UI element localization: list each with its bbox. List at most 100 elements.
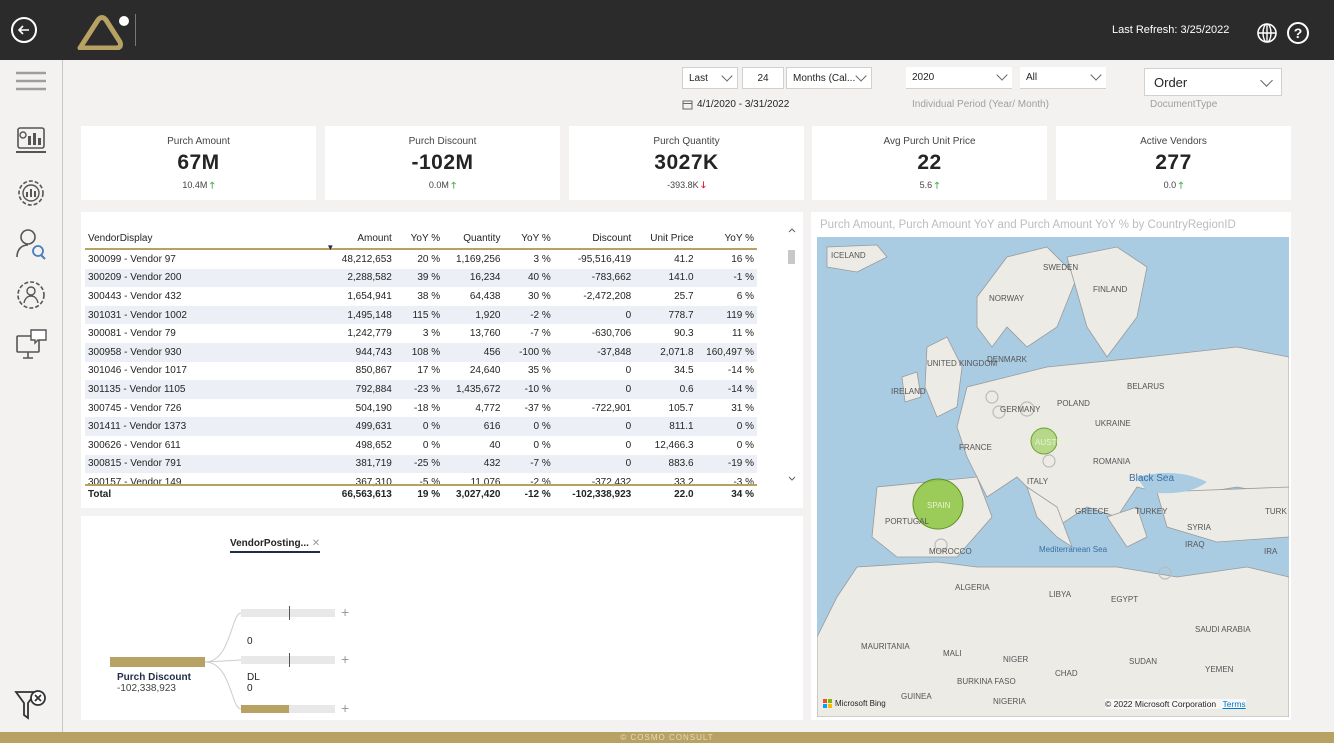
table-scrollbar[interactable] <box>787 222 797 484</box>
table-cell: 300099 - Vendor 97 <box>88 253 176 265</box>
table-body: 300099 - Vendor 97 48,212,653 20 % 1,169,25… <box>85 249 757 492</box>
expand-plus-icon[interactable]: + <box>341 651 349 667</box>
map-label: MALI <box>943 649 962 658</box>
scroll-thumb[interactable] <box>788 250 795 264</box>
kpi-title: Active Vendors <box>1140 136 1207 147</box>
total-cell: -102,338,923 <box>572 488 632 500</box>
user-search-icon[interactable] <box>14 226 48 260</box>
scroll-down-icon[interactable] <box>787 474 797 484</box>
column-header[interactable]: Discount <box>554 218 634 249</box>
column-header[interactable]: VendorDisplay <box>85 218 322 249</box>
map-title: Purch Amount, Purch Amount YoY and Purch… <box>820 219 1236 231</box>
map-label: EGYPT <box>1111 595 1139 604</box>
table-cell: 0 % <box>394 417 444 436</box>
user-settings-icon[interactable] <box>14 278 48 312</box>
kpi-value: -102M <box>411 151 474 174</box>
table-cell: 1,654,941 <box>347 290 392 302</box>
table-row[interactable]: 300081 - Vendor 79 1,242,779 3 % 13,760 -7 %… <box>85 324 757 343</box>
expand-plus-icon[interactable]: + <box>341 604 349 620</box>
table-cell: 119 % <box>696 305 757 325</box>
terms-link[interactable]: Terms <box>1223 699 1246 709</box>
table-cell: 456 <box>443 342 504 362</box>
total-table: Total 66,563,613 19 % 3,027,420 -12 % -102,33… <box>85 486 757 502</box>
map-label: NIGERIA <box>993 697 1026 706</box>
logo-divider <box>135 14 136 46</box>
table-cell: 0 <box>553 305 635 325</box>
scroll-up-icon[interactable] <box>787 225 797 235</box>
table-row[interactable]: 300099 - Vendor 97 48,212,653 20 % 1,169,25… <box>85 249 757 269</box>
column-header[interactable]: YoY % <box>503 218 553 249</box>
bubble-map[interactable]: ICELAND SWEDEN FINLAND NORWAY UNITED KINGDOM… <box>817 237 1289 717</box>
decomp-branch-bar[interactable] <box>241 653 335 667</box>
monitor-chat-icon[interactable] <box>14 328 48 362</box>
table-cell: 0 % <box>422 439 441 451</box>
dashboard-icon[interactable] <box>14 124 48 158</box>
map-label: POLAND <box>1057 399 1090 408</box>
kpi-delta: 0.0M 🡑 <box>325 178 560 194</box>
table-cell: 432 <box>443 454 504 474</box>
kpi-card: Active Vendors 277 0.0 🡑 <box>1056 126 1291 200</box>
hamburger-menu-icon[interactable] <box>14 70 48 92</box>
chevron-down-icon <box>721 70 733 82</box>
total-cell: 22.0 <box>674 488 694 500</box>
map-label: DENMARK <box>987 355 1028 364</box>
table-row[interactable]: 301135 - Vendor 1105 792,884 -23 % 1,435,67… <box>85 380 757 399</box>
table-row[interactable]: 300443 - Vendor 432 1,654,941 38 % 64,438 30… <box>85 287 757 306</box>
table-cell: 115 % <box>394 305 444 325</box>
filter-bar: Last 24 Months (Cal... 4/1/2020 - 3/31/2… <box>62 60 1334 120</box>
table-row[interactable]: 301046 - Vendor 1017 850,867 17 % 24,640 35 … <box>85 362 757 381</box>
table-cell: 0 <box>553 380 635 399</box>
kpi-delta-text: -393.8K <box>667 180 699 190</box>
month-dropdown[interactable]: All <box>1020 67 1106 89</box>
relative-mode-dropdown[interactable]: Last <box>682 67 738 89</box>
relative-unit-dropdown[interactable]: Months (Cal... <box>786 67 872 89</box>
table-cell: 1,242,779 <box>347 328 392 340</box>
table-row[interactable]: 301411 - Vendor 1373 499,631 0 % 616 0 % 0 811… <box>85 417 757 436</box>
map-label: NIGER <box>1003 655 1029 664</box>
table-cell: -37 % <box>524 402 551 414</box>
table-cell: 1,169,256 <box>455 253 501 265</box>
table-cell: -7 % <box>503 454 554 474</box>
column-header[interactable]: Quantity <box>443 218 503 249</box>
table-cell: 40 <box>489 439 501 451</box>
year-dropdown[interactable]: 2020 <box>906 67 1012 89</box>
table-cell: 4,772 <box>475 402 501 414</box>
document-type-value: Order <box>1154 74 1188 90</box>
document-type-label: DocumentType <box>1150 99 1218 110</box>
help-icon[interactable]: ? <box>1287 22 1309 44</box>
decomp-branch-label: DL <box>247 672 260 683</box>
decomp-branch-label: 0 <box>247 683 253 694</box>
table-cell: 35 % <box>527 365 551 377</box>
table-row[interactable]: 300958 - Vendor 930 944,743 108 % 456 -100 %… <box>85 342 757 362</box>
table-row[interactable]: 300745 - Vendor 726 504,190 -18 % 4,772 -37 … <box>85 399 757 418</box>
table-cell: -100 % <box>503 342 554 362</box>
decomp-branch-bar[interactable] <box>241 606 335 620</box>
total-cell: Total <box>88 488 112 500</box>
table-cell: -783,662 <box>553 268 635 288</box>
table-cell: 0 % <box>736 439 754 451</box>
column-header[interactable]: Unit Price <box>634 218 696 249</box>
settings-chart-icon[interactable] <box>14 176 48 210</box>
column-header[interactable]: YoY % <box>395 218 443 249</box>
table-cell: -630,706 <box>591 328 632 340</box>
expand-plus-icon[interactable]: + <box>341 700 349 716</box>
column-header[interactable]: Amount ▼ <box>322 218 394 252</box>
column-header[interactable]: YoY % <box>697 218 757 249</box>
table-cell: 2,071.8 <box>634 342 697 362</box>
table-row[interactable]: 300209 - Vendor 200 2,288,582 39 % 16,234 40… <box>85 268 757 288</box>
table-row[interactable]: 301031 - Vendor 1002 1,495,148 115 % 1,920-… <box>85 305 757 325</box>
table-row[interactable]: 300626 - Vendor 611 498,652 0 % 40 0 % 0 12,46… <box>85 436 757 455</box>
decomp-root-bar[interactable] <box>110 657 205 667</box>
kpi-title: Purch Quantity <box>653 136 720 147</box>
relative-count-input[interactable]: 24 <box>742 67 784 89</box>
table-row[interactable]: 300815 - Vendor 791 381,719 -25 % 432 -7 % 0 8… <box>85 454 757 474</box>
back-arrow-icon[interactable] <box>11 17 37 43</box>
table-cell: 108 % <box>394 342 444 362</box>
clear-filter-icon[interactable] <box>14 686 48 722</box>
map-label: MAURITANIA <box>861 642 910 651</box>
decomp-branch-bar[interactable] <box>241 705 335 713</box>
document-type-dropdown[interactable]: Order <box>1144 68 1282 96</box>
globe-icon[interactable] <box>1256 22 1278 44</box>
relative-count-value: 24 <box>757 72 769 84</box>
table-cell: 1,920 <box>443 305 504 325</box>
